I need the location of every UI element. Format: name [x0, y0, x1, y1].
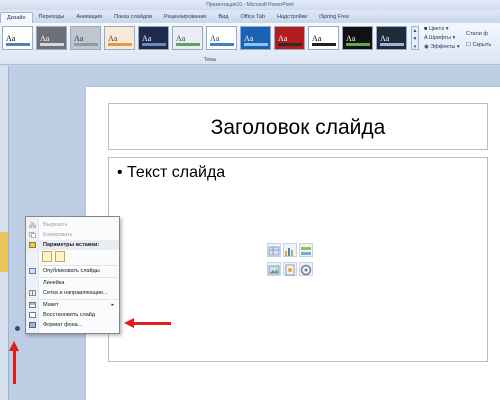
title-placeholder[interactable]: Заголовок слайда — [108, 103, 488, 150]
theme-color-bar — [312, 43, 336, 46]
submenu-arrow-icon: ▸ — [111, 302, 114, 308]
annotation-arrowhead-left — [124, 318, 134, 328]
annotation-arrowhead-up — [9, 341, 19, 351]
grid-icon — [29, 290, 36, 296]
menu-item-cut[interactable]: Вырезать — [26, 220, 119, 230]
hide-bg-checkbox[interactable]: ☐ Скрыть — [466, 40, 491, 51]
clipboard-icon — [29, 242, 36, 248]
tab-design[interactable]: Дизайн — [0, 12, 33, 23]
theme-color-bar — [142, 43, 166, 46]
tab-office-tab[interactable]: Office Tab — [234, 12, 271, 23]
tab-transitions[interactable]: Переходы — [33, 12, 71, 23]
tab-ispring[interactable]: iSpring Free — [313, 12, 355, 23]
theme-sample-text: Aa — [278, 34, 288, 43]
slide-bullet: • Текст слайда — [117, 164, 226, 181]
effects-button[interactable]: ◉ Эффекты ▾ — [424, 43, 460, 52]
smartart-icon[interactable] — [299, 243, 313, 257]
theme-thumbnail[interactable]: Aa — [274, 26, 305, 50]
tab-animation[interactable]: Анимация — [70, 12, 108, 23]
paste-picture-icon[interactable] — [55, 251, 65, 262]
layout-icon — [29, 302, 36, 308]
slide-title: Заголовок слайда — [210, 116, 386, 139]
context-menu: Вырезать Копировать Параметры вставки: О… — [25, 216, 120, 334]
paste-option-icons — [42, 251, 65, 262]
click-point-marker — [15, 326, 20, 331]
theme-gallery: Aa Aa Aa Aa Aa Aa Aa Aa Aa Aa Aa Aa — [2, 26, 407, 50]
theme-sample-text: Aa — [210, 34, 220, 43]
chart-icon[interactable] — [283, 243, 297, 257]
menu-item-grid-guides[interactable]: Сетка и направляющие... — [26, 288, 119, 298]
theme-sample-text: Aa — [6, 34, 16, 43]
theme-thumbnail[interactable]: Aa — [172, 26, 203, 50]
theme-sample-text: Aa — [380, 34, 390, 43]
annotation-arrow-horizontal — [133, 322, 171, 325]
theme-color-bar — [176, 43, 200, 46]
media-icon[interactable] — [299, 261, 313, 276]
format-background-icon — [29, 322, 36, 328]
annotation-arrow-vertical — [13, 350, 16, 384]
ribbon-tabs: Дизайн Переходы Анимация Показ слайдов Р… — [0, 10, 500, 23]
scissors-icon — [28, 221, 37, 229]
menu-item-paste-options: Параметры вставки: — [26, 240, 119, 250]
colors-button[interactable]: ■ Цвета ▾ — [424, 25, 460, 34]
theme-thumbnail[interactable]: Aa — [206, 26, 237, 50]
menu-item-reset-slide[interactable]: Восстановить слайд — [26, 310, 119, 320]
tab-view[interactable]: Вид — [213, 12, 235, 23]
theme-thumbnail[interactable]: Aa — [70, 26, 101, 50]
menu-item-format-background[interactable]: Формат фона... — [26, 320, 119, 330]
theme-color-bar — [40, 43, 64, 46]
bg-styles-button[interactable]: Стили ф — [466, 29, 491, 40]
theme-color-bar — [210, 43, 234, 46]
menu-item-copy[interactable]: Копировать — [26, 230, 119, 240]
window-title: Презентация10 - Microsoft PowerPoint — [0, 0, 500, 10]
publish-icon — [29, 268, 36, 274]
theme-sample-text: Aa — [74, 34, 84, 43]
menu-item-ruler[interactable]: Линейка — [26, 278, 119, 288]
theme-sample-text: Aa — [176, 34, 186, 43]
theme-thumbnail[interactable]: Aa — [342, 26, 373, 50]
tab-slideshow[interactable]: Показ слайдов — [108, 12, 158, 23]
theme-thumbnail[interactable]: Aa — [240, 26, 271, 50]
theme-color-bar — [108, 43, 132, 46]
theme-sample-text: Aa — [346, 34, 356, 43]
paste-keep-formatting-icon[interactable] — [42, 251, 52, 262]
theme-thumbnail[interactable]: Aa — [138, 26, 169, 50]
menu-item-layout[interactable]: Макет ▸ — [26, 300, 119, 310]
menu-item-publish-slides[interactable]: Опубликовать слайды — [26, 266, 119, 276]
tab-review[interactable]: Рецензирование — [158, 12, 212, 23]
tab-addins[interactable]: Надстройки — [271, 12, 313, 23]
theme-color-bar — [74, 43, 98, 46]
content-insert-icons — [267, 243, 317, 277]
table-icon[interactable] — [267, 243, 281, 257]
theme-color-bar — [244, 43, 268, 46]
theme-thumbnail[interactable]: Aa — [2, 26, 33, 50]
picture-icon[interactable] — [267, 261, 281, 276]
theme-sample-text: Aa — [40, 34, 50, 43]
theme-color-bar — [346, 43, 370, 46]
theme-sample-text: Aa — [244, 34, 254, 43]
theme-sample-text: Aa — [108, 34, 118, 43]
reset-icon — [29, 312, 36, 318]
theme-thumbnail[interactable]: Aa — [36, 26, 67, 50]
theme-thumbnail[interactable]: Aa — [308, 26, 339, 50]
slide-thumbnail[interactable] — [0, 232, 8, 272]
group-label-themes: Темы — [203, 57, 217, 63]
gallery-scroll[interactable]: ▲ ▼ ▾ — [411, 26, 419, 50]
background-options: Стили ф ☐ Скрыть — [466, 29, 491, 51]
theme-sample-text: Aa — [312, 34, 322, 43]
theme-thumbnail[interactable]: Aa — [376, 26, 407, 50]
theme-color-bar — [6, 43, 30, 46]
theme-sample-text: Aa — [142, 34, 152, 43]
theme-thumbnail[interactable]: Aa — [104, 26, 135, 50]
clipart-icon[interactable] — [283, 261, 297, 276]
ribbon-design: Aa Aa Aa Aa Aa Aa Aa Aa Aa Aa Aa Aa ▲ ▼ ▾ Темы ■ Цвет… — [0, 23, 500, 65]
theme-color-bar — [380, 43, 404, 46]
theme-color-bar — [278, 43, 302, 46]
copy-icon — [29, 232, 36, 238]
theme-options: ■ Цвета ▾ A Шрифты ▾ ◉ Эффекты ▾ — [424, 25, 460, 52]
fonts-button[interactable]: A Шрифты ▾ — [424, 34, 460, 43]
